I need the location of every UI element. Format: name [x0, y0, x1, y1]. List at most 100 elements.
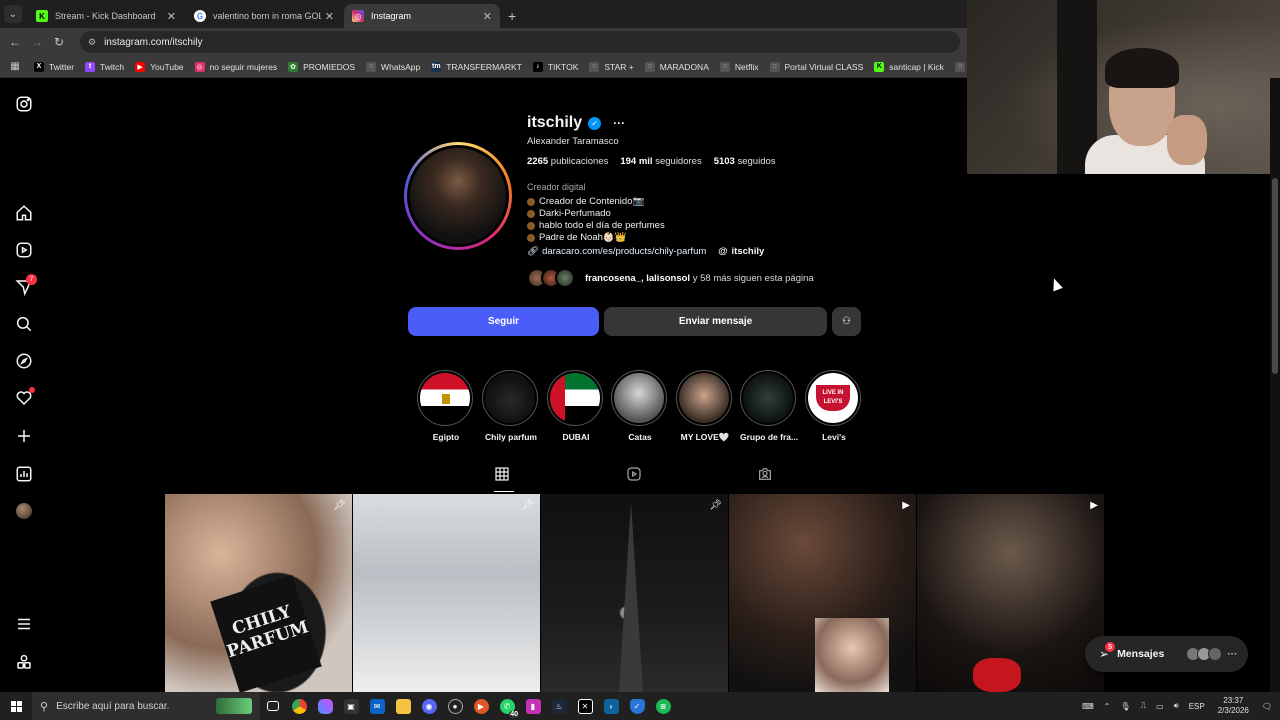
- bookmark-item[interactable]: t Twitch: [85, 61, 124, 72]
- kick-icon: K: [36, 10, 48, 22]
- whatsapp-icon[interactable]: ✆ 40: [494, 692, 520, 720]
- following-stat[interactable]: 5103 seguidos: [714, 156, 776, 167]
- profile-username-row: itschily ✓ ···: [527, 114, 625, 132]
- bookmark-item[interactable]: tm TRANSFERMARKT: [431, 61, 522, 72]
- address-bar[interactable]: ⚙ instagram.com/itschily: [80, 31, 960, 53]
- browser-tab-instagram[interactable]: ◎ Instagram ✕: [344, 4, 500, 28]
- browser-tab-google[interactable]: G valentino born in roma GOLD - ✕: [186, 4, 342, 28]
- story-highlight[interactable]: Grupo de fra...: [740, 370, 798, 442]
- reload-icon[interactable]: ↻: [48, 35, 70, 49]
- close-tab-icon[interactable]: ✕: [483, 10, 492, 23]
- follow-button[interactable]: Seguir: [408, 307, 599, 336]
- explore-icon[interactable]: [14, 351, 34, 371]
- bookmark-item[interactable]: ▶ YouTube: [135, 61, 184, 72]
- back-icon[interactable]: ←: [4, 35, 26, 49]
- close-tab-icon[interactable]: ✕: [325, 10, 334, 23]
- more-options-icon[interactable]: ···: [613, 116, 625, 130]
- followers-stat[interactable]: 194 mil seguidores: [620, 156, 701, 167]
- story-highlight[interactable]: DUBAI: [547, 370, 605, 442]
- followed-by[interactable]: francosena_, lalisonsol y 58 más siguen …: [527, 268, 814, 288]
- post-thumbnail[interactable]: CHILY PARFUM 📌︎: [165, 494, 352, 692]
- home-icon[interactable]: [14, 203, 34, 223]
- bookmark-item[interactable]: ✿ PROMIEDOS: [288, 61, 355, 72]
- app-icon[interactable]: ▶: [468, 692, 494, 720]
- bookmark-item[interactable]: ◌ Netflix: [719, 61, 759, 72]
- post-thumbnail[interactable]: 📌︎: [353, 494, 540, 692]
- instagram-logo-icon[interactable]: [14, 94, 34, 114]
- outlook-icon[interactable]: ✉: [364, 692, 390, 720]
- tab-title: Instagram: [371, 11, 412, 21]
- messenger-icon[interactable]: 7: [14, 274, 37, 297]
- profile-picture[interactable]: [404, 142, 512, 250]
- messages-button[interactable]: ➢ 5 Mensajes ···: [1085, 636, 1248, 672]
- site-info-icon[interactable]: ⚙: [88, 37, 96, 48]
- profile-link[interactable]: daracaro.com/es/products/chily-parfum: [542, 246, 706, 257]
- bookmark-item[interactable]: ◌ MARADONA: [644, 61, 709, 72]
- reels-icon[interactable]: [14, 240, 34, 260]
- bookmark-label: MARADONA: [659, 61, 709, 72]
- steam-icon[interactable]: ♨: [546, 692, 572, 720]
- tab-reels[interactable]: [626, 466, 646, 486]
- heart-icon[interactable]: [14, 387, 35, 408]
- bookmark-item[interactable]: ♪ TIKTOK: [532, 61, 578, 72]
- chrome-icon[interactable]: [286, 692, 312, 720]
- bookmark-item[interactable]: ◌ Portal Virtual CLASS: [769, 61, 863, 72]
- start-button[interactable]: [0, 692, 32, 720]
- network-icon[interactable]: ⎍: [1140, 701, 1146, 711]
- notifications-icon[interactable]: 🗨︎: [1262, 702, 1272, 711]
- menu-icon[interactable]: [14, 614, 34, 634]
- app-icon[interactable]: ▮: [520, 692, 546, 720]
- create-icon[interactable]: [14, 426, 34, 446]
- bookmark-item[interactable]: ◌ WhatsApp: [366, 61, 420, 72]
- microphone-icon[interactable]: 🎙︎: [1120, 702, 1130, 711]
- apps-icon[interactable]: ▦: [4, 61, 26, 72]
- story-highlight[interactable]: MY LOVE🤍: [676, 370, 734, 443]
- post-thumbnail[interactable]: ▶: [917, 494, 1104, 692]
- profile-avatar[interactable]: [14, 501, 34, 521]
- bookmark-item[interactable]: X Twitter: [34, 61, 74, 72]
- browser-tab-kick[interactable]: K Stream - Kick Dashboard ✕: [28, 4, 184, 28]
- terminal-icon[interactable]: ›: [598, 692, 624, 720]
- file-explorer-icon[interactable]: [390, 692, 416, 720]
- post-thumbnail[interactable]: ▶: [729, 494, 916, 692]
- search-icon[interactable]: [14, 314, 34, 334]
- tab-posts[interactable]: [494, 466, 514, 492]
- story-highlight[interactable]: Egipto: [417, 370, 475, 442]
- capture-icon[interactable]: ▣: [338, 692, 364, 720]
- also-from-meta-icon[interactable]: [14, 652, 34, 672]
- scrollbar[interactable]: [1270, 78, 1280, 692]
- scrollbar-thumb[interactable]: [1272, 178, 1278, 374]
- display-icon[interactable]: ▭: [1156, 702, 1164, 711]
- capcut-icon[interactable]: ✕: [572, 692, 598, 720]
- story-highlight[interactable]: LIVE IN LEVI'S Levi's: [805, 370, 863, 442]
- chevron-up-icon[interactable]: ⌃: [1104, 702, 1111, 711]
- spotify-icon[interactable]: ≋: [650, 692, 676, 720]
- obs-icon[interactable]: ●: [442, 692, 468, 720]
- bookmark-item[interactable]: ◌ STAR +: [589, 61, 634, 72]
- close-tab-icon[interactable]: ✕: [167, 10, 176, 23]
- taskbar-search[interactable]: ⚲ Escribe aquí para buscar.: [32, 692, 260, 720]
- tab-search-button[interactable]: ⌄: [4, 5, 22, 23]
- task-view-icon[interactable]: [260, 692, 286, 720]
- keyboard-icon[interactable]: ⌨: [1082, 702, 1094, 711]
- story-highlight[interactable]: Catas: [611, 370, 669, 442]
- bookmark-favicon-icon: ◌: [366, 61, 377, 72]
- post-thumbnail[interactable]: 📌︎: [541, 494, 728, 692]
- story-highlight[interactable]: Chily parfum: [482, 370, 540, 442]
- language-indicator[interactable]: ESP: [1189, 702, 1205, 711]
- new-tab-icon[interactable]: +: [508, 8, 516, 24]
- shield-icon[interactable]: ✓: [624, 692, 650, 720]
- threads-link[interactable]: @ itschily: [718, 246, 764, 257]
- discord-icon[interactable]: ◉: [416, 692, 442, 720]
- send-message-button[interactable]: Enviar mensaje: [604, 307, 827, 336]
- tab-title: Stream - Kick Dashboard: [55, 11, 156, 21]
- volume-icon[interactable]: 🔊︎: [1174, 701, 1179, 711]
- tab-tagged[interactable]: [757, 466, 777, 486]
- bookmark-item[interactable]: Ksanticap | Kick: [874, 61, 944, 72]
- highlight-label: DUBAI: [562, 432, 590, 442]
- bookmark-item[interactable]: ◎ no seguir mujeres: [194, 61, 277, 72]
- forward-icon[interactable]: →: [26, 35, 48, 49]
- copilot-icon[interactable]: [312, 692, 338, 720]
- clock[interactable]: 23:37 2/3/2026: [1218, 696, 1249, 716]
- suggested-users-button[interactable]: ⚇: [832, 307, 861, 336]
